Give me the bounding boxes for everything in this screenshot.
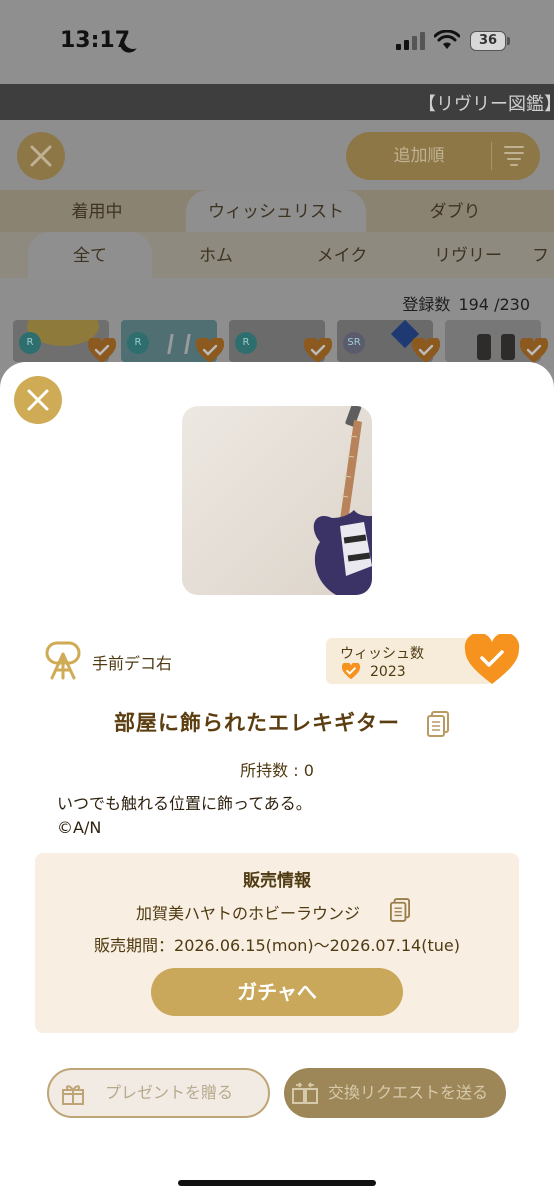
subtab-all[interactable]: 全て xyxy=(28,232,152,278)
subtab-more[interactable]: フ xyxy=(532,232,554,278)
sort-icon xyxy=(504,144,524,168)
rarity-badge: SR xyxy=(343,332,365,354)
item-preview-image xyxy=(182,406,372,595)
exchange-icon xyxy=(292,1082,318,1104)
background-close-button[interactable] xyxy=(17,132,65,180)
rarity-badge: R xyxy=(19,332,41,354)
sales-info-title: 販売情報 xyxy=(243,871,311,891)
wish-heart-icon xyxy=(304,338,332,363)
battery-tip xyxy=(507,37,510,45)
wifi-icon xyxy=(434,30,460,49)
item-name: 部屋に飾られたエレキギター xyxy=(114,711,400,735)
registered-count: 登録数 194 /230 xyxy=(402,295,530,314)
signal-icon xyxy=(396,32,426,50)
heart-icon xyxy=(342,663,360,680)
close-button[interactable] xyxy=(14,376,62,424)
sales-period: 販売期間：2026.06.15(mon)〜2026.07.14(tue) xyxy=(94,936,460,955)
exchange-request-button[interactable]: 交換リクエストを送る xyxy=(284,1068,506,1118)
wish-count-value: 2023 xyxy=(370,664,406,680)
deco-slot-icon xyxy=(45,641,81,680)
exchange-button-label: 交換リクエストを送る xyxy=(328,1083,489,1102)
owned-count: 所持数 : 0 xyxy=(240,761,314,780)
wish-heart-icon xyxy=(88,338,116,363)
rarity-badge: R xyxy=(127,332,149,354)
subcategory-tabs: 全て ホム メイク リヴリー フ xyxy=(0,232,554,278)
slot-label: 手前デコ右 xyxy=(92,654,173,673)
wish-heart-icon xyxy=(520,338,548,363)
wish-heart-icon xyxy=(196,338,224,363)
status-bar: 13:17 36 xyxy=(0,0,554,84)
present-button[interactable]: プレゼントを贈る xyxy=(47,1068,270,1118)
document-icon[interactable] xyxy=(390,898,410,922)
home-indicator[interactable] xyxy=(178,1180,376,1186)
tab-wearing[interactable]: 着用中 xyxy=(30,190,164,232)
gift-icon xyxy=(62,1085,84,1105)
tab-wishlist[interactable]: ウィッシュリスト xyxy=(186,190,366,232)
shop-name: 加賀美ハヤトのホビーラウンジ xyxy=(136,904,361,923)
copyright-text: ©A/N xyxy=(57,818,102,837)
item-description: いつでも触れる位置に飾ってある。 ©A/N xyxy=(57,792,312,840)
sort-label: 追加順 xyxy=(393,146,445,166)
document-icon[interactable] xyxy=(427,711,449,737)
wish-heart-icon xyxy=(412,338,440,363)
close-icon xyxy=(30,145,52,167)
rarity-badge: R xyxy=(235,332,257,354)
electric-guitar-icon xyxy=(313,406,372,595)
gacha-button[interactable]: ガチャへ xyxy=(151,968,403,1016)
present-button-label: プレゼントを贈る xyxy=(105,1083,234,1102)
wish-heart-button[interactable] xyxy=(464,634,520,686)
page-title: 【リヴリー図鑑】 xyxy=(418,94,554,115)
subtab-livly[interactable]: リヴリー xyxy=(406,232,530,278)
battery-icon: 36 xyxy=(470,31,506,51)
description-text: いつでも触れる位置に飾ってある。 xyxy=(57,794,312,813)
close-icon xyxy=(27,389,49,411)
sort-dropdown[interactable]: 追加順 xyxy=(346,132,540,180)
wish-count-title: ウィッシュ数 xyxy=(340,646,424,662)
subtab-makeup[interactable]: メイク xyxy=(280,232,404,278)
sort-divider xyxy=(491,142,492,170)
subtab-home[interactable]: ホム xyxy=(154,232,278,278)
title-bar: 【リヴリー図鑑】 xyxy=(0,84,554,120)
category-tabs: 着用中 ウィッシュリスト ダブり xyxy=(0,190,554,232)
status-time: 13:17 xyxy=(60,28,131,53)
tab-duplicates[interactable]: ダブり xyxy=(388,190,522,232)
